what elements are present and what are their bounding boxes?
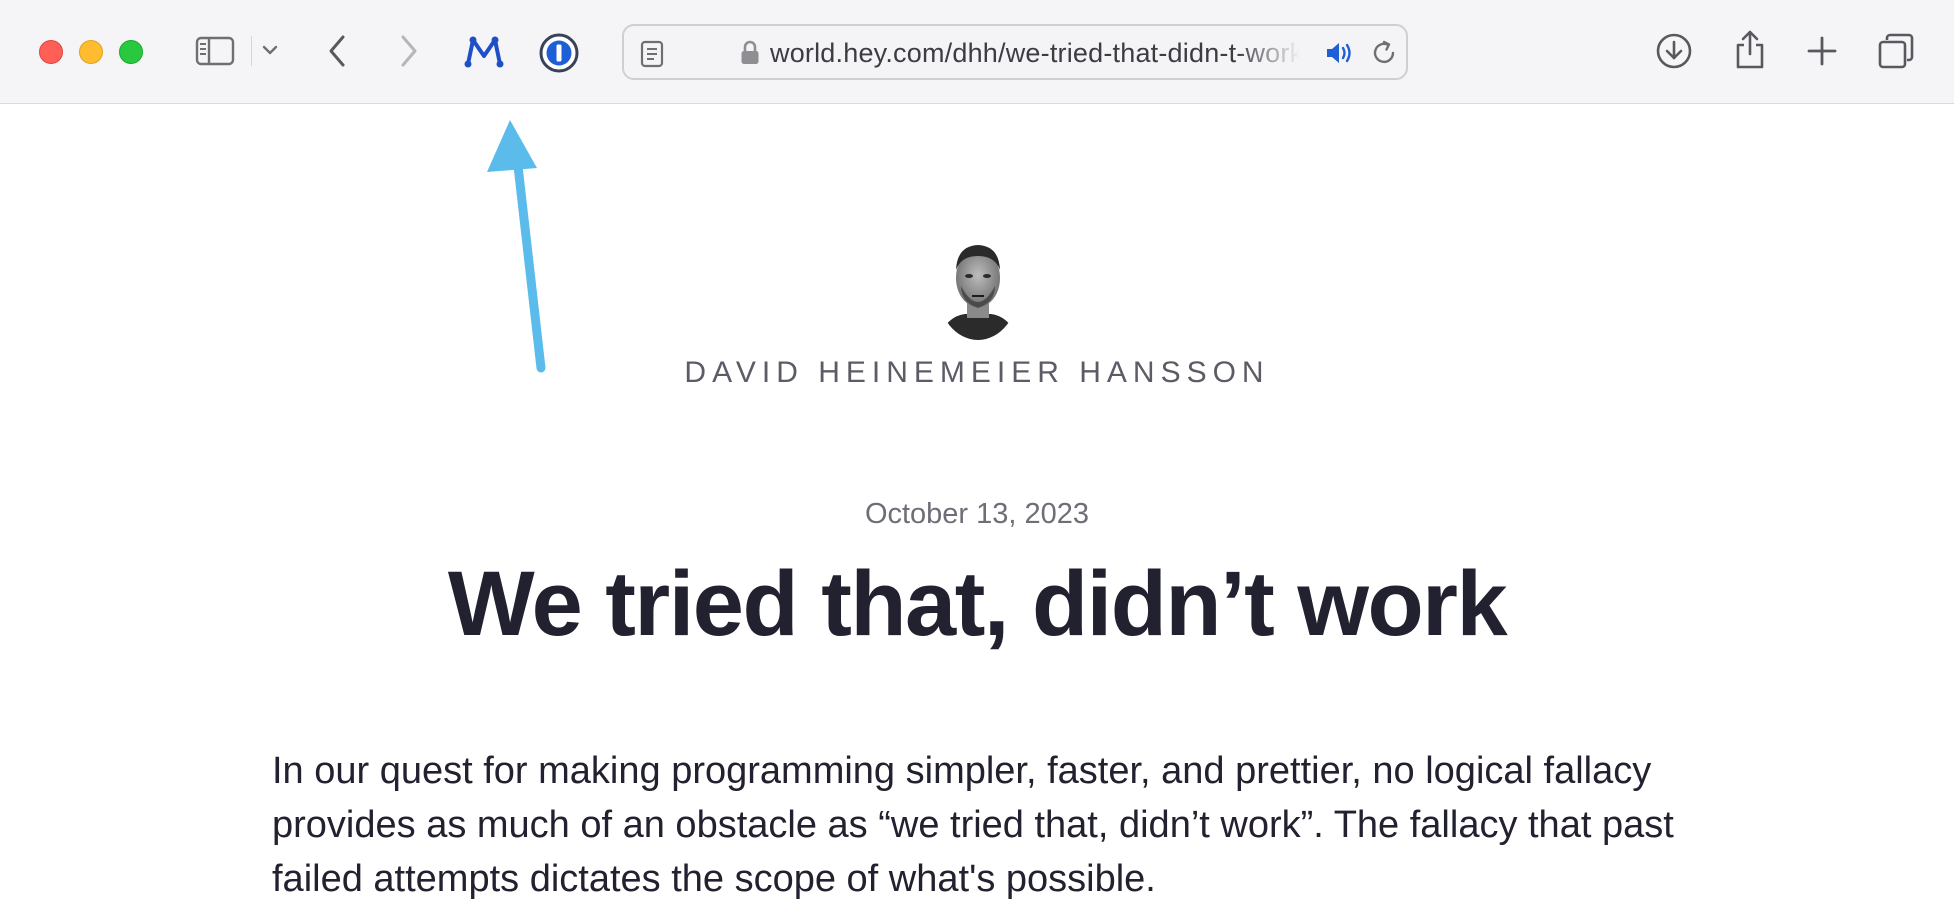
tabs-icon[interactable] bbox=[1876, 31, 1916, 71]
lock-icon bbox=[740, 40, 760, 71]
annotation-arrow bbox=[470, 110, 580, 385]
reload-icon[interactable] bbox=[1370, 39, 1398, 72]
minimize-window-button[interactable] bbox=[79, 40, 103, 64]
m-extension-icon[interactable] bbox=[462, 32, 506, 72]
download-icon[interactable] bbox=[1654, 31, 1694, 71]
chevron-down-icon[interactable] bbox=[260, 40, 280, 60]
chevron-left-icon[interactable] bbox=[324, 32, 350, 70]
audio-playing-icon[interactable] bbox=[1324, 39, 1354, 72]
post-date: October 13, 2023 bbox=[864, 498, 1090, 530]
plus-icon[interactable] bbox=[1804, 33, 1840, 69]
close-window-button[interactable] bbox=[39, 40, 63, 64]
author-avatar[interactable] bbox=[937, 236, 1019, 340]
zoom-window-button[interactable] bbox=[119, 40, 143, 64]
sidebar-icon[interactable] bbox=[194, 34, 236, 68]
url-text[interactable]: world.hey.com/dhh/we-tried-that-didn-t-w… bbox=[770, 38, 1300, 68]
article-paragraph: In our quest for making programming simp… bbox=[272, 750, 1674, 900]
share-icon[interactable] bbox=[1730, 28, 1770, 72]
browser-toolbar: world.hey.com/dhh/we-tried-that-didn-t-w… bbox=[0, 0, 1954, 104]
reader-mode-icon[interactable] bbox=[640, 40, 664, 73]
password-manager-icon[interactable] bbox=[538, 32, 580, 74]
author-name[interactable]: DAVID HEINEMEIER HANSSON bbox=[0, 356, 1954, 390]
address-bar[interactable]: world.hey.com/dhh/we-tried-that-didn-t-w… bbox=[622, 24, 1408, 80]
toolbar-divider bbox=[251, 36, 252, 66]
chevron-right-icon[interactable] bbox=[396, 32, 422, 70]
post-title: We tried that, didn’t work bbox=[447, 553, 1508, 655]
